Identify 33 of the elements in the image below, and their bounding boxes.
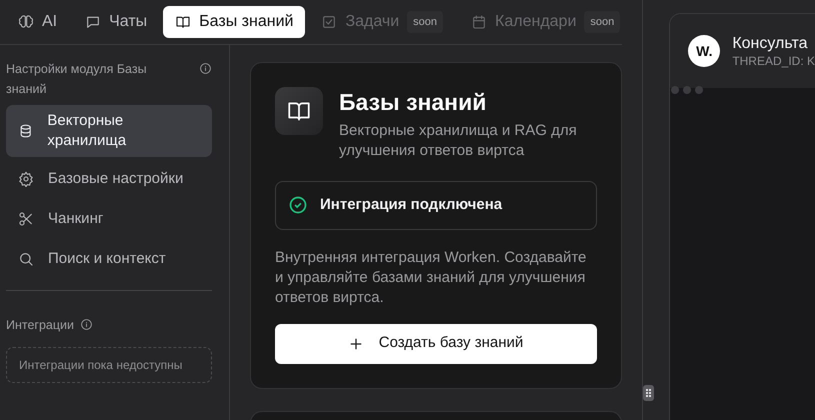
info-icon (199, 62, 212, 75)
search-icon (18, 251, 34, 267)
avatar: W. (688, 35, 720, 67)
sidebar-item[interactable]: Векторные хранилища (6, 105, 212, 157)
chat-bubble-icon (85, 14, 102, 30)
book-icon (175, 14, 192, 30)
scissors-icon (18, 211, 34, 227)
chat-title: Консульта (732, 34, 808, 54)
sidebar-item[interactable]: Чанкинг (6, 201, 212, 237)
database-icon (18, 123, 34, 139)
resize-handle[interactable] (643, 385, 654, 401)
soon-badge: soon (407, 10, 444, 34)
tab[interactable]: Базы знаний (163, 6, 306, 38)
thread-id: THREAD_ID: K (732, 54, 815, 68)
card-title: Базы знаний (339, 88, 488, 117)
info-icon (80, 318, 94, 331)
tab[interactable]: AI (6, 6, 70, 38)
description: Внутренняя интеграция Worken. Создавайте и управляйте базами знаний для улучшения ответов виртса. (275, 248, 588, 308)
card-subtitle: Векторные хранилища и RAG для улучшения ответов виртса (339, 121, 578, 161)
checkbox-icon (321, 14, 338, 30)
gear-icon (18, 171, 34, 187)
soon-badge: soon (584, 10, 620, 34)
section-title: Настройки модуля Базы знаний (6, 61, 148, 98)
brain-icon (18, 14, 34, 30)
status-text: Интеграция подключена (320, 195, 502, 215)
sidebar-item[interactable]: Поиск и контекст (6, 241, 212, 277)
tab[interactable]: Чаты (73, 6, 160, 38)
empty-state-box: Интеграции пока недоступны (6, 347, 212, 383)
sidebar-item[interactable]: Базовые настройки (6, 161, 212, 197)
calendar-icon (471, 14, 488, 30)
section-title: Интеграции (6, 317, 74, 334)
plus-icon (348, 336, 363, 350)
create-button[interactable]: Создать базу знаний (275, 324, 597, 364)
